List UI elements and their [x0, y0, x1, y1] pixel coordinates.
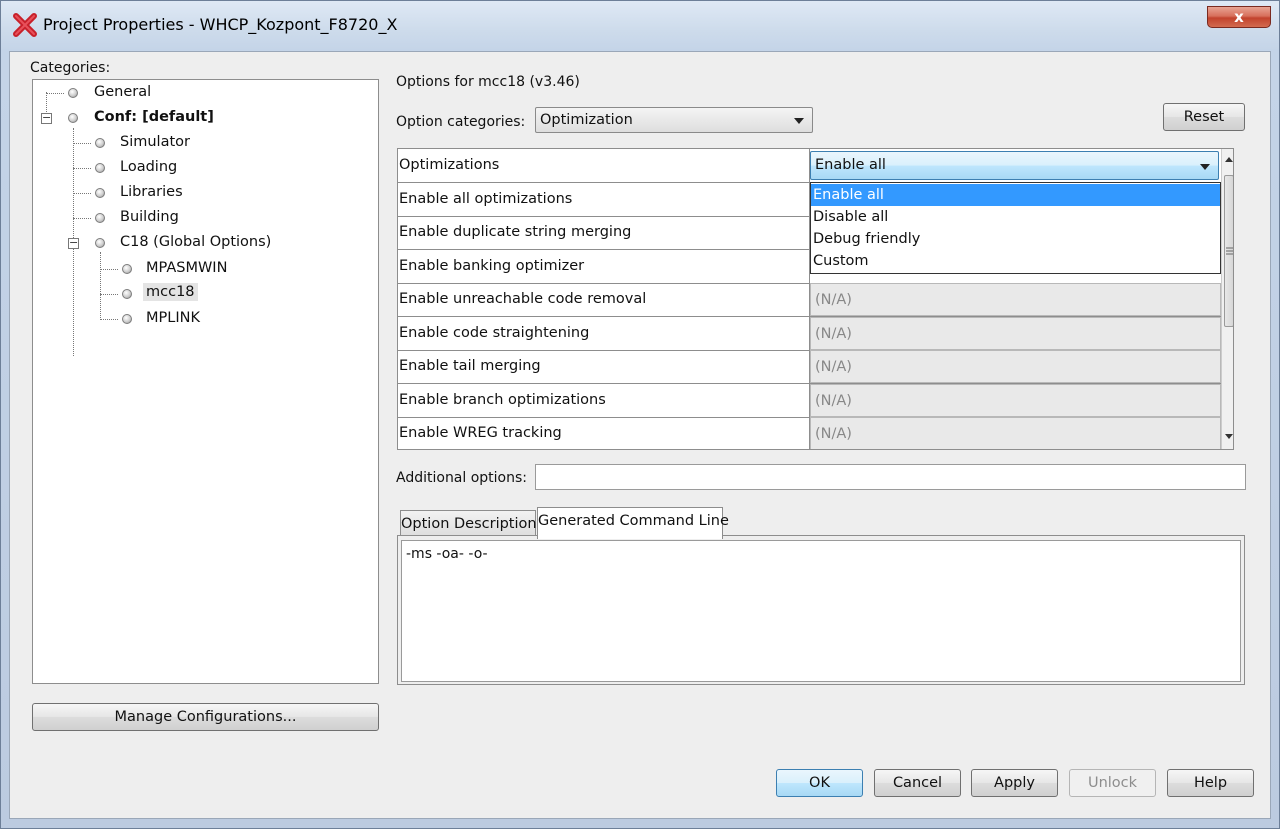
manage-configurations-button[interactable]: Manage Configurations...: [32, 703, 379, 731]
grid-row-name: Enable tail merging: [398, 350, 810, 383]
dropdown-option-custom[interactable]: Custom: [811, 250, 1220, 272]
grid-row-name: Enable banking optimizer: [398, 250, 810, 283]
tree-line: [73, 218, 91, 219]
tree-item-simulator[interactable]: Simulator: [120, 134, 190, 150]
grid-row-value[interactable]: (N/A): [810, 384, 1221, 417]
close-window-button[interactable]: x: [1207, 6, 1271, 28]
node-bullet-icon: [95, 163, 105, 173]
dialog-window: Project Properties - WHCP_Kozpont_F8720_…: [0, 0, 1280, 829]
apply-button[interactable]: Apply: [971, 769, 1058, 797]
node-bullet-icon: [122, 314, 132, 324]
grid-row-name: Enable WREG tracking: [398, 417, 810, 449]
scroll-up-icon[interactable]: [1224, 155, 1234, 163]
help-button[interactable]: Help: [1167, 769, 1254, 797]
options-header: Options for mcc18 (v3.46): [396, 74, 580, 90]
close-icon: x: [1234, 8, 1244, 26]
tree-item-building[interactable]: Building: [120, 209, 179, 225]
node-bullet-icon: [95, 238, 105, 248]
grid-row-value[interactable]: (N/A): [810, 350, 1221, 383]
node-bullet-icon: [95, 138, 105, 148]
tree-line: [73, 168, 91, 169]
tree-line: [73, 193, 91, 194]
optimizations-select[interactable]: Enable all: [810, 151, 1219, 180]
optimizations-value: Enable all: [815, 157, 886, 173]
grid-row-value[interactable]: (N/A): [810, 417, 1221, 449]
dropdown-option-enable-all[interactable]: Enable all: [811, 184, 1220, 206]
grid-row: Enable branch optimizations (N/A): [398, 384, 1221, 418]
dialog-body: Categories: − − General Conf: [default] …: [9, 51, 1271, 819]
grid-row: Enable unreachable code removal (N/A): [398, 283, 1221, 317]
grid-row-name: Enable code straightening: [398, 317, 810, 350]
dropdown-option-disable-all[interactable]: Disable all: [811, 206, 1220, 228]
node-bullet-icon: [122, 289, 132, 299]
tree-item-conf-default[interactable]: Conf: [default]: [94, 109, 214, 125]
window-title: Project Properties - WHCP_Kozpont_F8720_…: [43, 15, 398, 34]
tree-line: [100, 252, 101, 320]
app-x-icon: [13, 13, 37, 37]
tree-line: [100, 319, 118, 320]
node-bullet-icon: [68, 113, 78, 123]
title-bar[interactable]: Project Properties - WHCP_Kozpont_F8720_…: [1, 1, 1279, 51]
grid-row-name: Enable branch optimizations: [398, 384, 810, 417]
collapse-conf-icon[interactable]: −: [41, 112, 52, 124]
tree-line: [100, 294, 118, 295]
grip-icon: [1226, 247, 1233, 255]
tree-item-mcc18[interactable]: mcc18: [143, 283, 198, 301]
tree-item-c18-global-options[interactable]: C18 (Global Options): [120, 234, 271, 250]
tab-option-description[interactable]: Option Description: [400, 510, 537, 538]
grid-row-name: Enable all optimizations: [398, 183, 810, 216]
grid-row-name: Enable unreachable code removal: [398, 283, 810, 316]
collapse-c18-icon[interactable]: −: [68, 237, 79, 249]
node-bullet-icon: [122, 264, 132, 274]
option-categories-select[interactable]: Optimization: [535, 107, 813, 133]
tree-item-general[interactable]: General: [94, 84, 151, 100]
grid-row: Enable code straightening (N/A): [398, 317, 1221, 351]
node-bullet-icon: [95, 213, 105, 223]
unlock-button[interactable]: Unlock: [1069, 769, 1156, 797]
grid-row-name: Optimizations: [398, 149, 810, 182]
option-categories-value: Optimization: [540, 112, 633, 128]
tab-generated-command-line[interactable]: Generated Command Line: [537, 507, 729, 539]
reset-button[interactable]: Reset: [1163, 103, 1245, 131]
tree-line: [100, 269, 118, 270]
cancel-button[interactable]: Cancel: [874, 769, 961, 797]
grid-row-value[interactable]: (N/A): [810, 283, 1221, 316]
chevron-down-icon: [1200, 164, 1210, 170]
grid-row: Enable WREG tracking (N/A): [398, 417, 1221, 449]
tree-item-libraries[interactable]: Libraries: [120, 184, 183, 200]
scroll-down-icon[interactable]: [1224, 433, 1234, 441]
scrollbar-thumb[interactable]: [1224, 175, 1233, 327]
node-bullet-icon: [68, 88, 78, 98]
tree-line: [73, 143, 91, 144]
categories-label: Categories:: [30, 60, 111, 76]
tree-line: [46, 93, 64, 94]
tab-panel: -ms -oa- -o-: [397, 535, 1245, 685]
optimizations-dropdown-list: Enable all Disable all Debug friendly Cu…: [810, 182, 1221, 274]
categories-tree[interactable]: − − General Conf: [default] Simulator Lo…: [32, 79, 379, 684]
grid-row: Enable tail merging (N/A): [398, 350, 1221, 384]
grid-row-optimizations: Optimizations Enable all: [398, 149, 1221, 183]
grid-row-name: Enable duplicate string merging: [398, 216, 810, 249]
tree-item-loading[interactable]: Loading: [120, 159, 177, 175]
grid-row-value[interactable]: (N/A): [810, 317, 1221, 350]
node-bullet-icon: [95, 188, 105, 198]
tree-item-mpasmwin[interactable]: MPASMWIN: [146, 260, 227, 276]
dropdown-option-debug-friendly[interactable]: Debug friendly: [811, 228, 1220, 250]
option-categories-label: Option categories:: [396, 114, 526, 130]
grid-scrollbar[interactable]: [1221, 149, 1234, 449]
command-line-text[interactable]: -ms -oa- -o-: [401, 540, 1241, 682]
additional-options-label: Additional options:: [396, 470, 528, 486]
additional-options-input[interactable]: [535, 464, 1246, 490]
ok-button[interactable]: OK: [776, 769, 863, 797]
tree-item-mplink[interactable]: MPLINK: [146, 310, 200, 326]
chevron-down-icon: [794, 118, 804, 124]
